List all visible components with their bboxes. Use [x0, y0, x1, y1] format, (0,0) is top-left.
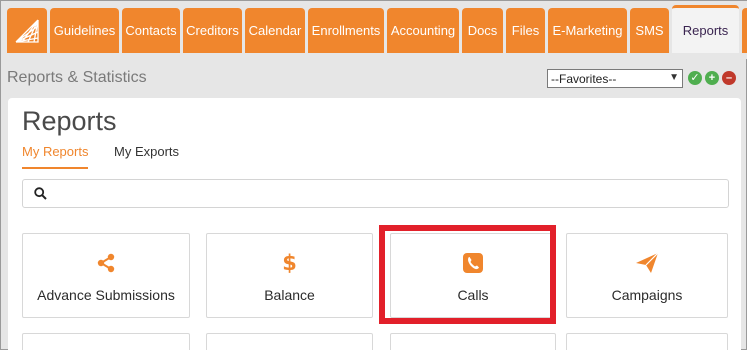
reports-panel: Reports My Reports My Exports Advance Su… — [8, 98, 741, 350]
report-card-balance[interactable]: $ Balance — [206, 233, 373, 318]
search-icon — [34, 187, 47, 205]
card-label: Balance — [264, 287, 315, 303]
subtab-my-exports[interactable]: My Exports — [114, 144, 179, 167]
tab-enrollments[interactable]: Enrollments — [308, 8, 384, 53]
favorites-select[interactable]: --Favorites-- ▼ — [547, 69, 683, 88]
search-box — [22, 179, 729, 208]
card-label: Campaigns — [611, 287, 683, 303]
chevron-down-icon: ▼ — [669, 72, 679, 83]
report-card-calls[interactable]: Calls — [390, 233, 556, 318]
subtab-my-reports[interactable]: My Reports — [22, 144, 89, 169]
card-label: Calls — [457, 287, 489, 303]
tab-contacts[interactable]: Contacts — [122, 8, 180, 53]
paper-plane-icon — [567, 252, 727, 274]
dollar-icon: $ — [282, 251, 297, 275]
logo-grid-icon — [14, 18, 40, 44]
tab-accounting[interactable]: Accounting — [387, 8, 459, 53]
tab-e-marketing[interactable]: E-Marketing — [548, 8, 627, 53]
report-card-row2[interactable] — [22, 333, 190, 350]
sub-header: Reports & Statistics --Favorites-- ▼ ✓ +… — [1, 59, 747, 97]
report-card-advance-submissions[interactable]: Advance Submissions — [22, 233, 190, 318]
tab-sms[interactable]: SMS — [630, 8, 669, 53]
report-card-row2[interactable] — [390, 333, 556, 350]
report-card-row2[interactable] — [206, 333, 373, 350]
tab-overflow[interactable] — [742, 8, 747, 53]
check-circle-icon[interactable]: ✓ — [688, 71, 702, 85]
favorites-selected-value: --Favorites-- — [551, 71, 617, 86]
tab-creditors[interactable]: Creditors — [183, 8, 242, 53]
page-title: Reports & Statistics — [7, 69, 147, 86]
search-input[interactable] — [55, 183, 715, 204]
share-icon — [23, 252, 189, 274]
tab-docs[interactable]: Docs — [462, 8, 503, 53]
panel-title: Reports — [22, 106, 117, 136]
tab-reports[interactable]: Reports — [672, 5, 739, 53]
report-card-campaigns[interactable]: Campaigns — [566, 233, 728, 318]
tab-guidelines[interactable]: Guidelines — [50, 8, 119, 53]
card-label: Advance Submissions — [37, 287, 175, 303]
top-nav: Guidelines Contacts Creditors Calendar E… — [1, 1, 747, 59]
report-card-row2[interactable] — [566, 333, 728, 350]
plus-circle-icon[interactable]: + — [705, 71, 719, 85]
phone-icon — [391, 252, 555, 274]
tab-calendar[interactable]: Calendar — [245, 8, 305, 53]
minus-circle-icon[interactable]: – — [722, 71, 736, 85]
tab-files[interactable]: Files — [506, 8, 545, 53]
logo-tab[interactable] — [7, 8, 47, 53]
